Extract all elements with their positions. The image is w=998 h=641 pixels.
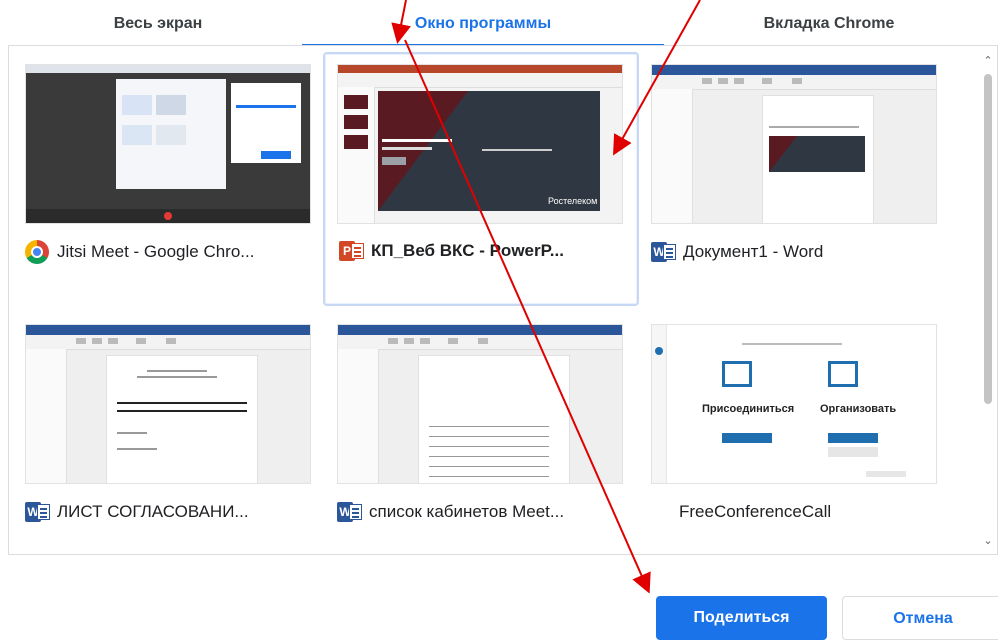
window-label-row: W список кабинетов Meet... [337,499,627,525]
window-tile-jitsi[interactable]: Jitsi Meet - Google Chro... [11,52,327,306]
tab-chrome-tab[interactable]: Вкладка Chrome [660,0,998,48]
share-button[interactable]: Поделиться [656,596,827,640]
slide-footer-text: Ростелеком [548,196,598,206]
tab-application-window[interactable]: Окно программы [302,0,664,48]
scrollbar-thumb[interactable] [984,74,992,404]
fcc-host-heading: Организовать [820,403,897,415]
window-title: КП_Веб ВКС - PowerP... [371,241,564,260]
window-label-row: W Документ1 - Word [651,239,941,265]
tab-entire-screen[interactable]: Весь экран [0,0,316,48]
window-title: ЛИСТ СОГЛАСОВАНИ... [57,502,249,521]
window-thumbnail [651,64,937,224]
chrome-icon [25,240,51,264]
window-list: Jitsi Meet - Google Chro... Ростелеком P [8,45,998,555]
window-title: Jitsi Meet - Google Chro... [57,242,255,261]
window-tile-word-document1[interactable]: W Документ1 - Word [637,52,953,306]
window-thumbnail: Ростелеком [337,64,623,224]
window-label-row: P КП_Веб ВКС - PowerP... [339,238,629,264]
powerpoint-icon: P [339,240,365,262]
word-icon: W [25,501,51,523]
scroll-down-icon[interactable]: ⌄ [981,534,995,548]
window-tile-word-rooms-list[interactable]: W список кабинетов Meet... [323,312,639,554]
window-label-row: Jitsi Meet - Google Chro... [25,239,315,265]
window-title: Документ1 - Word [683,242,824,261]
window-thumbnail: Присоединиться Организовать [651,324,937,484]
window-title: FreeConferenceCall [679,502,832,521]
window-tile-word-approval-sheet[interactable]: W ЛИСТ СОГЛАСОВАНИ... [11,312,327,554]
window-tile-freeconferencecall[interactable]: Присоединиться Организовать FreeConferen… [637,312,953,554]
scroll-up-icon[interactable]: ⌃ [981,54,995,68]
cancel-button[interactable]: Отмена [842,596,998,640]
word-icon: W [337,501,363,523]
window-thumbnail [25,324,311,484]
window-thumbnail [337,324,623,484]
fcc-join-heading: Присоединиться [702,403,795,415]
window-title: список кабинетов Meet... [369,502,565,521]
word-icon: W [651,241,677,263]
source-tabs: Весь экран Окно программы Вкладка Chrome [0,0,998,48]
window-thumbnail [25,64,311,224]
scrollbar[interactable]: ⌃ ⌄ [979,46,997,554]
window-label-row: W ЛИСТ СОГЛАСОВАНИ... [25,499,315,525]
window-label-row: FreeConferenceCall [651,499,941,525]
window-tile-powerpoint[interactable]: Ростелеком P КП_Веб ВКС - PowerP... [323,52,639,306]
